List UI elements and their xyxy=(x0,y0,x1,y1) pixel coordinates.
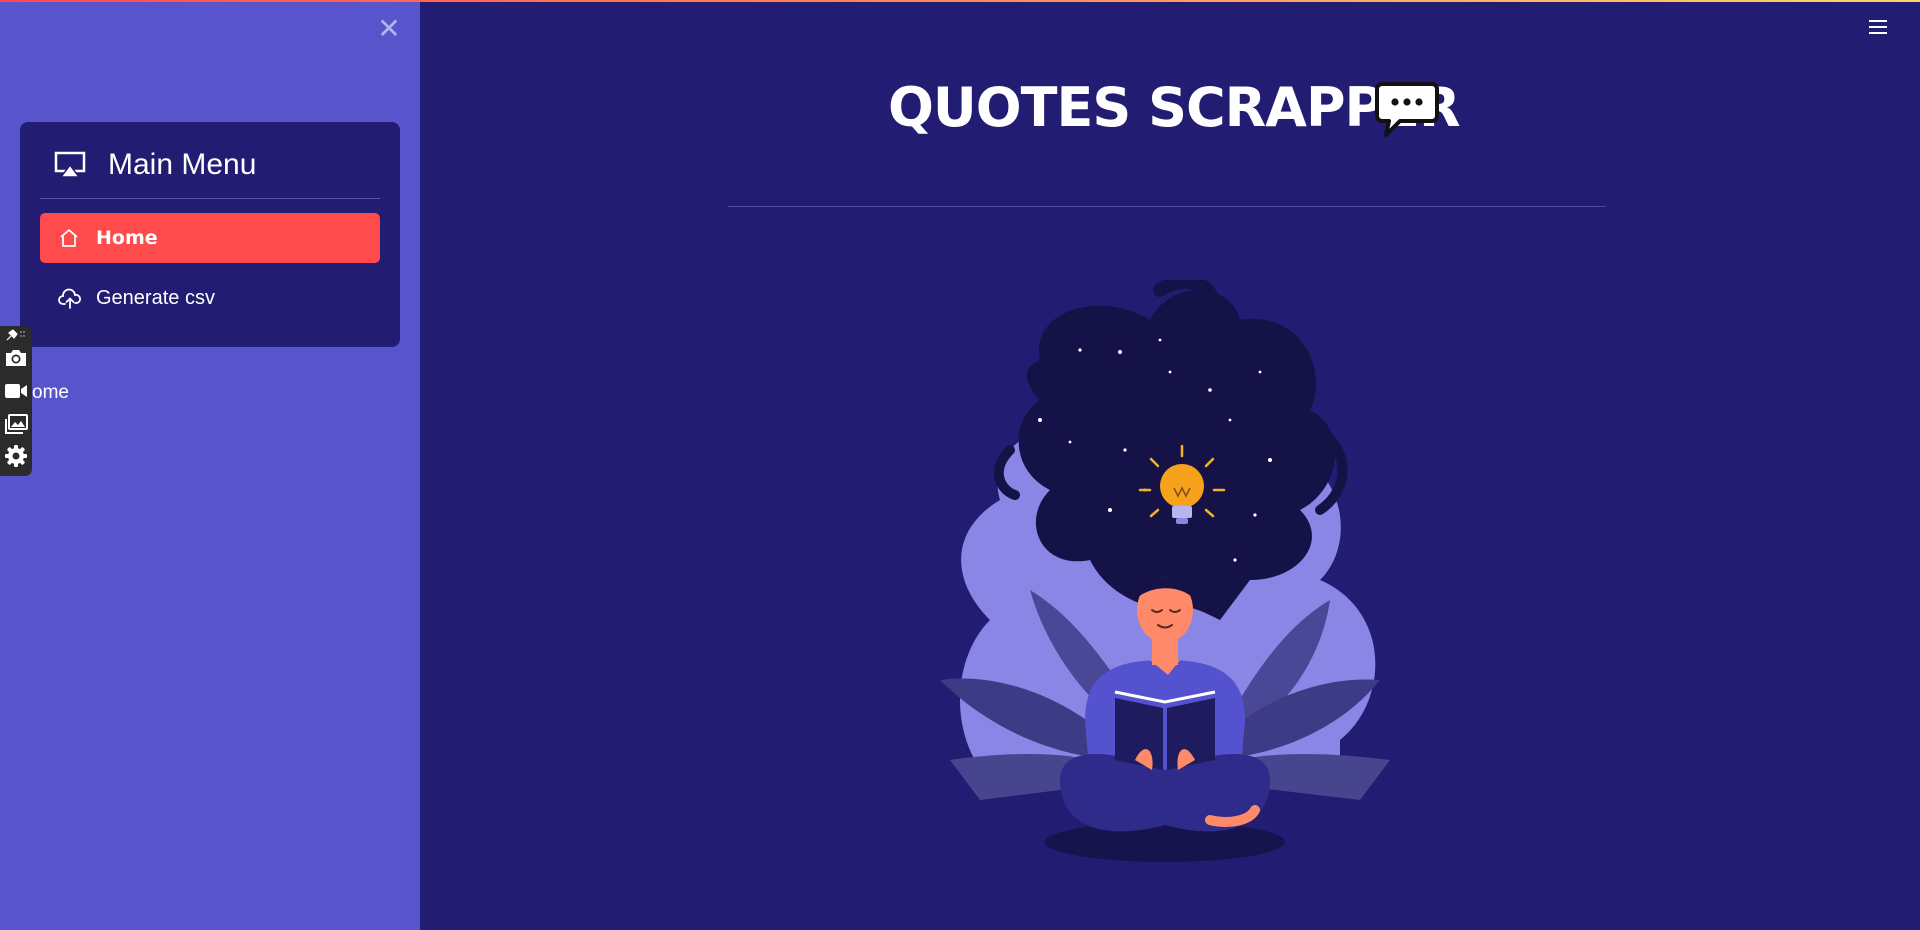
cloud-upload-icon xyxy=(58,288,82,315)
gallery-icon[interactable] xyxy=(4,412,28,436)
menu-item-label: Generate csv xyxy=(96,287,215,309)
sidebar: ✕ Main Menu Home Generate csv ome xyxy=(0,0,420,930)
gear-icon[interactable] xyxy=(4,444,28,468)
title-divider xyxy=(728,206,1606,207)
screenshot-toolbar xyxy=(0,326,32,476)
close-icon[interactable]: ✕ xyxy=(376,14,402,44)
house-icon xyxy=(58,228,80,253)
camera-icon[interactable] xyxy=(4,346,28,370)
menu-item-home[interactable]: Home xyxy=(40,213,380,263)
meditating-reader-illustration xyxy=(920,274,1400,885)
menu-item-generate-csv[interactable]: Generate csv xyxy=(40,273,380,323)
menu-header: Main Menu xyxy=(40,140,380,199)
menu-item-label: Home xyxy=(96,227,158,249)
sidebar-caption: ome xyxy=(32,382,69,403)
top-accent-stripe xyxy=(0,0,1920,2)
speech-bubble-icon xyxy=(1374,80,1440,145)
main-menu: Main Menu Home Generate csv xyxy=(20,122,400,347)
video-icon[interactable] xyxy=(4,379,28,403)
pin-icon[interactable] xyxy=(4,328,28,342)
hamburger-icon[interactable] xyxy=(1868,18,1890,38)
airplay-icon xyxy=(54,151,86,184)
menu-title: Main Menu xyxy=(108,148,257,181)
